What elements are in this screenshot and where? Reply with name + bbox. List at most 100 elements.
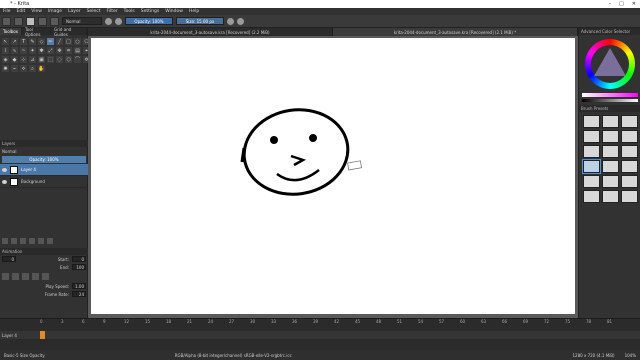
- ellipse-tool-icon[interactable]: ○: [74, 38, 81, 45]
- menu-file[interactable]: File: [0, 9, 14, 14]
- menu-settings[interactable]: Settings: [138, 9, 162, 14]
- brush-preset[interactable]: [583, 115, 600, 128]
- tab-tool-options[interactable]: Tool Options: [22, 27, 51, 37]
- ellipse-select-icon[interactable]: ◌: [56, 56, 63, 63]
- move-layer-down-icon[interactable]: [20, 238, 26, 244]
- edit-shapes-icon[interactable]: ↗: [11, 38, 18, 45]
- zoom-level[interactable]: 104%: [625, 353, 636, 358]
- move-tool-icon[interactable]: ✥: [56, 47, 63, 54]
- brush-preset[interactable]: [602, 130, 619, 143]
- brush-size-slider[interactable]: Size: 15.00 px: [176, 17, 224, 25]
- brush-preset[interactable]: [583, 145, 600, 158]
- lightness-bar[interactable]: [582, 99, 638, 102]
- maximize-button[interactable]: □: [619, 1, 624, 7]
- layer-row[interactable]: Layer 4: [0, 164, 88, 176]
- rectangle-tool-icon[interactable]: □: [65, 38, 72, 45]
- menu-help[interactable]: Help: [186, 9, 202, 14]
- brush-preset[interactable]: [602, 190, 619, 203]
- freehand-path-icon[interactable]: ~: [20, 47, 27, 54]
- menu-image[interactable]: Image: [45, 9, 65, 14]
- end-frame-field[interactable]: 100: [72, 264, 86, 270]
- reference-tool-icon[interactable]: ▣: [38, 56, 45, 63]
- similar-select-icon[interactable]: ✺: [2, 65, 9, 72]
- frame-rate-field[interactable]: 24: [72, 291, 86, 297]
- tab-grid-guides[interactable]: Grid and Guides: [51, 27, 87, 37]
- gradient-icon[interactable]: [38, 16, 47, 26]
- polyline-tool-icon[interactable]: ⌇: [2, 47, 9, 54]
- timeline-ruler[interactable]: 0 3 6 9 12 15 18 21 24 27 30 33 36 39 42 45 48 51 54 57 60 63…: [0, 319, 640, 327]
- magnetic-select-icon[interactable]: ⟡: [20, 65, 27, 72]
- brush-preset[interactable]: [621, 175, 638, 188]
- pattern-icon[interactable]: [50, 16, 59, 26]
- play-speed-field[interactable]: 1.00: [72, 283, 86, 289]
- play-icon[interactable]: [22, 273, 29, 280]
- brush-preset[interactable]: [602, 175, 619, 188]
- new-document-icon[interactable]: [2, 16, 11, 26]
- brush-preset[interactable]: [621, 160, 638, 173]
- brush-preset[interactable]: [602, 115, 619, 128]
- bezier-tool-icon[interactable]: ∿: [11, 47, 18, 54]
- eraser-mode-icon[interactable]: [105, 17, 112, 25]
- polygon-select-icon[interactable]: ⬡: [65, 56, 72, 63]
- opacity-slider[interactable]: Opacity: 100%: [125, 17, 173, 25]
- crop-tool-icon[interactable]: ⌗: [65, 47, 72, 54]
- menu-select[interactable]: Select: [84, 9, 104, 14]
- brush-preset[interactable]: [602, 145, 619, 158]
- add-layer-icon[interactable]: [2, 238, 8, 244]
- pan-tool-icon[interactable]: ✋: [38, 65, 45, 72]
- text-tool-icon[interactable]: T: [20, 38, 27, 45]
- menu-window[interactable]: Window: [162, 9, 186, 14]
- blend-mode-select[interactable]: Normal: [62, 17, 102, 25]
- canvas[interactable]: [91, 38, 575, 314]
- current-frame-field[interactable]: 0: [2, 256, 16, 262]
- menu-layer[interactable]: Layer: [65, 9, 84, 14]
- first-frame-icon[interactable]: [2, 273, 9, 280]
- timeline-layer-row[interactable]: Layer 4: [0, 331, 640, 339]
- brush-preset[interactable]: [621, 190, 638, 203]
- current-frame-marker[interactable]: [40, 331, 45, 339]
- advanced-color-selector[interactable]: [579, 35, 640, 105]
- tab-toolbox[interactable]: Toolbox: [0, 28, 22, 35]
- measure-tool-icon[interactable]: ⊿: [29, 56, 36, 63]
- layer-blend-mode[interactable]: Normal: [0, 147, 88, 155]
- smart-patch-icon[interactable]: ◈: [2, 56, 9, 63]
- bezier-select-icon[interactable]: ⌁: [11, 65, 18, 72]
- saturation-value-triangle[interactable]: [594, 48, 626, 76]
- freehand-select-icon[interactable]: ⌒: [74, 56, 81, 63]
- visibility-eye-icon[interactable]: [2, 179, 7, 184]
- assistant-tool-icon[interactable]: ⊹: [20, 56, 27, 63]
- line-tool-icon[interactable]: ╱: [56, 38, 63, 45]
- rect-select-icon[interactable]: ⬚: [47, 56, 54, 63]
- open-document-icon[interactable]: [14, 16, 23, 26]
- visibility-eye-icon[interactable]: [2, 167, 7, 172]
- dynamic-brush-icon[interactable]: ✦: [29, 47, 36, 54]
- brush-preset[interactable]: [583, 130, 600, 143]
- layer-properties-icon[interactable]: [38, 238, 44, 244]
- document-tab[interactable]: krita-2044-document_3-autosave.kra [Reco…: [88, 28, 333, 36]
- transform-tool-icon[interactable]: ⤢: [47, 47, 54, 54]
- shape-tool-icon[interactable]: ◇: [38, 38, 45, 45]
- brush-preset[interactable]: [621, 145, 638, 158]
- gradient-tool-icon[interactable]: ▤: [74, 47, 81, 54]
- document-tab[interactable]: krita-2044-document_3-autosave.kra [Reco…: [333, 28, 578, 36]
- preserve-alpha-icon[interactable]: [115, 17, 122, 25]
- brush-preset-selected[interactable]: [582, 159, 601, 174]
- color-gradient-bar[interactable]: [582, 93, 638, 97]
- brush-preset[interactable]: [602, 160, 619, 173]
- brush-preset[interactable]: [621, 115, 638, 128]
- minimize-button[interactable]: –: [609, 1, 612, 7]
- menu-tools[interactable]: Tools: [121, 9, 138, 14]
- brush-preset[interactable]: [621, 130, 638, 143]
- layer-opacity-slider[interactable]: Opacity: 100%: [2, 156, 86, 163]
- zoom-tool-icon[interactable]: ⌕: [29, 65, 36, 72]
- delete-layer-icon[interactable]: [47, 238, 53, 244]
- layer-row[interactable]: Background: [0, 176, 88, 188]
- select-shapes-icon[interactable]: ↖: [2, 38, 9, 45]
- start-frame-field[interactable]: 0: [72, 256, 86, 262]
- multibrush-icon[interactable]: ✱: [38, 47, 45, 54]
- brush-preset[interactable]: [583, 175, 600, 188]
- move-layer-up-icon[interactable]: [29, 238, 35, 244]
- menu-edit[interactable]: Edit: [14, 9, 29, 14]
- fill-tool-icon[interactable]: ◆: [11, 56, 18, 63]
- previous-frame-icon[interactable]: [12, 273, 19, 280]
